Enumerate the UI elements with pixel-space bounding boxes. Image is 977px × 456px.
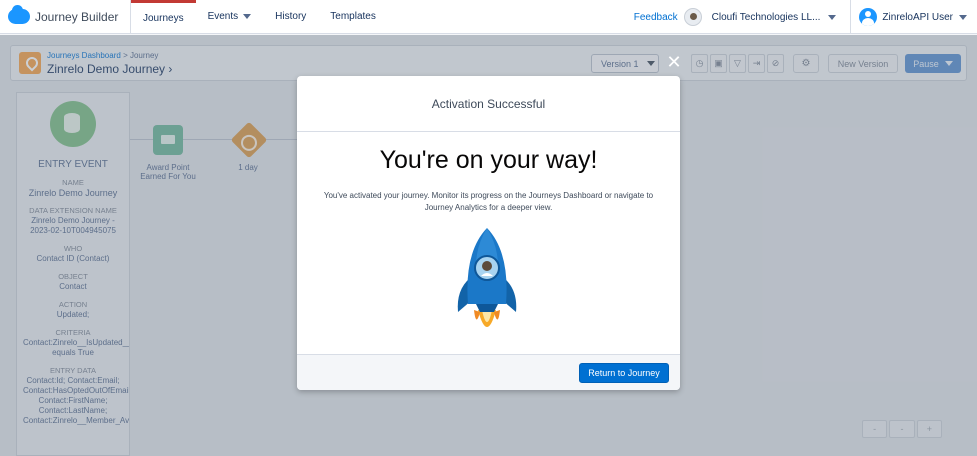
tab-label: Templates	[330, 11, 376, 22]
nav-tabs: Journeys Events History Templates	[131, 0, 388, 34]
top-nav-bar: Journey Builder Journeys Events History …	[0, 0, 977, 34]
app-brand[interactable]: Journey Builder	[0, 0, 131, 34]
tab-journeys[interactable]: Journeys	[131, 0, 196, 34]
rocket-illustration	[457, 228, 517, 327]
modal-footer: Return to Journey	[297, 354, 680, 390]
tab-history[interactable]: History	[263, 0, 318, 34]
feedback-avatar-icon[interactable]	[683, 8, 702, 26]
activation-modal: Activation Successful You're on your way…	[297, 76, 680, 390]
divider	[850, 0, 852, 34]
tab-label: Events	[207, 11, 239, 22]
modal-message: You've activated your journey. Monitor i…	[323, 191, 654, 212]
tab-label: History	[275, 11, 307, 22]
top-right-area: Feedback Cloufi Technologies LL... Zinre…	[634, 0, 977, 34]
org-switcher[interactable]: Cloufi Technologies LL...	[712, 12, 821, 23]
app-title: Journey Builder	[35, 9, 119, 24]
rocket-icon	[452, 226, 522, 346]
close-icon[interactable]: ✕	[665, 54, 683, 72]
chevron-down-icon[interactable]	[828, 14, 837, 20]
user-avatar-icon[interactable]	[859, 8, 878, 26]
user-menu[interactable]: ZinreloAPI User	[882, 12, 953, 23]
modal-title: Activation Successful	[297, 76, 680, 132]
chevron-down-icon[interactable]	[959, 14, 967, 20]
salesforce-cloud-icon	[8, 5, 30, 24]
tab-templates[interactable]: Templates	[318, 0, 388, 34]
modal-headline: You're on your way!	[379, 146, 598, 174]
return-to-journey-button[interactable]: Return to Journey	[579, 363, 669, 383]
feedback-link[interactable]: Feedback	[634, 12, 678, 23]
chevron-down-icon	[243, 14, 252, 19]
tab-label: Journeys	[143, 12, 184, 24]
tab-events[interactable]: Events	[196, 0, 264, 34]
